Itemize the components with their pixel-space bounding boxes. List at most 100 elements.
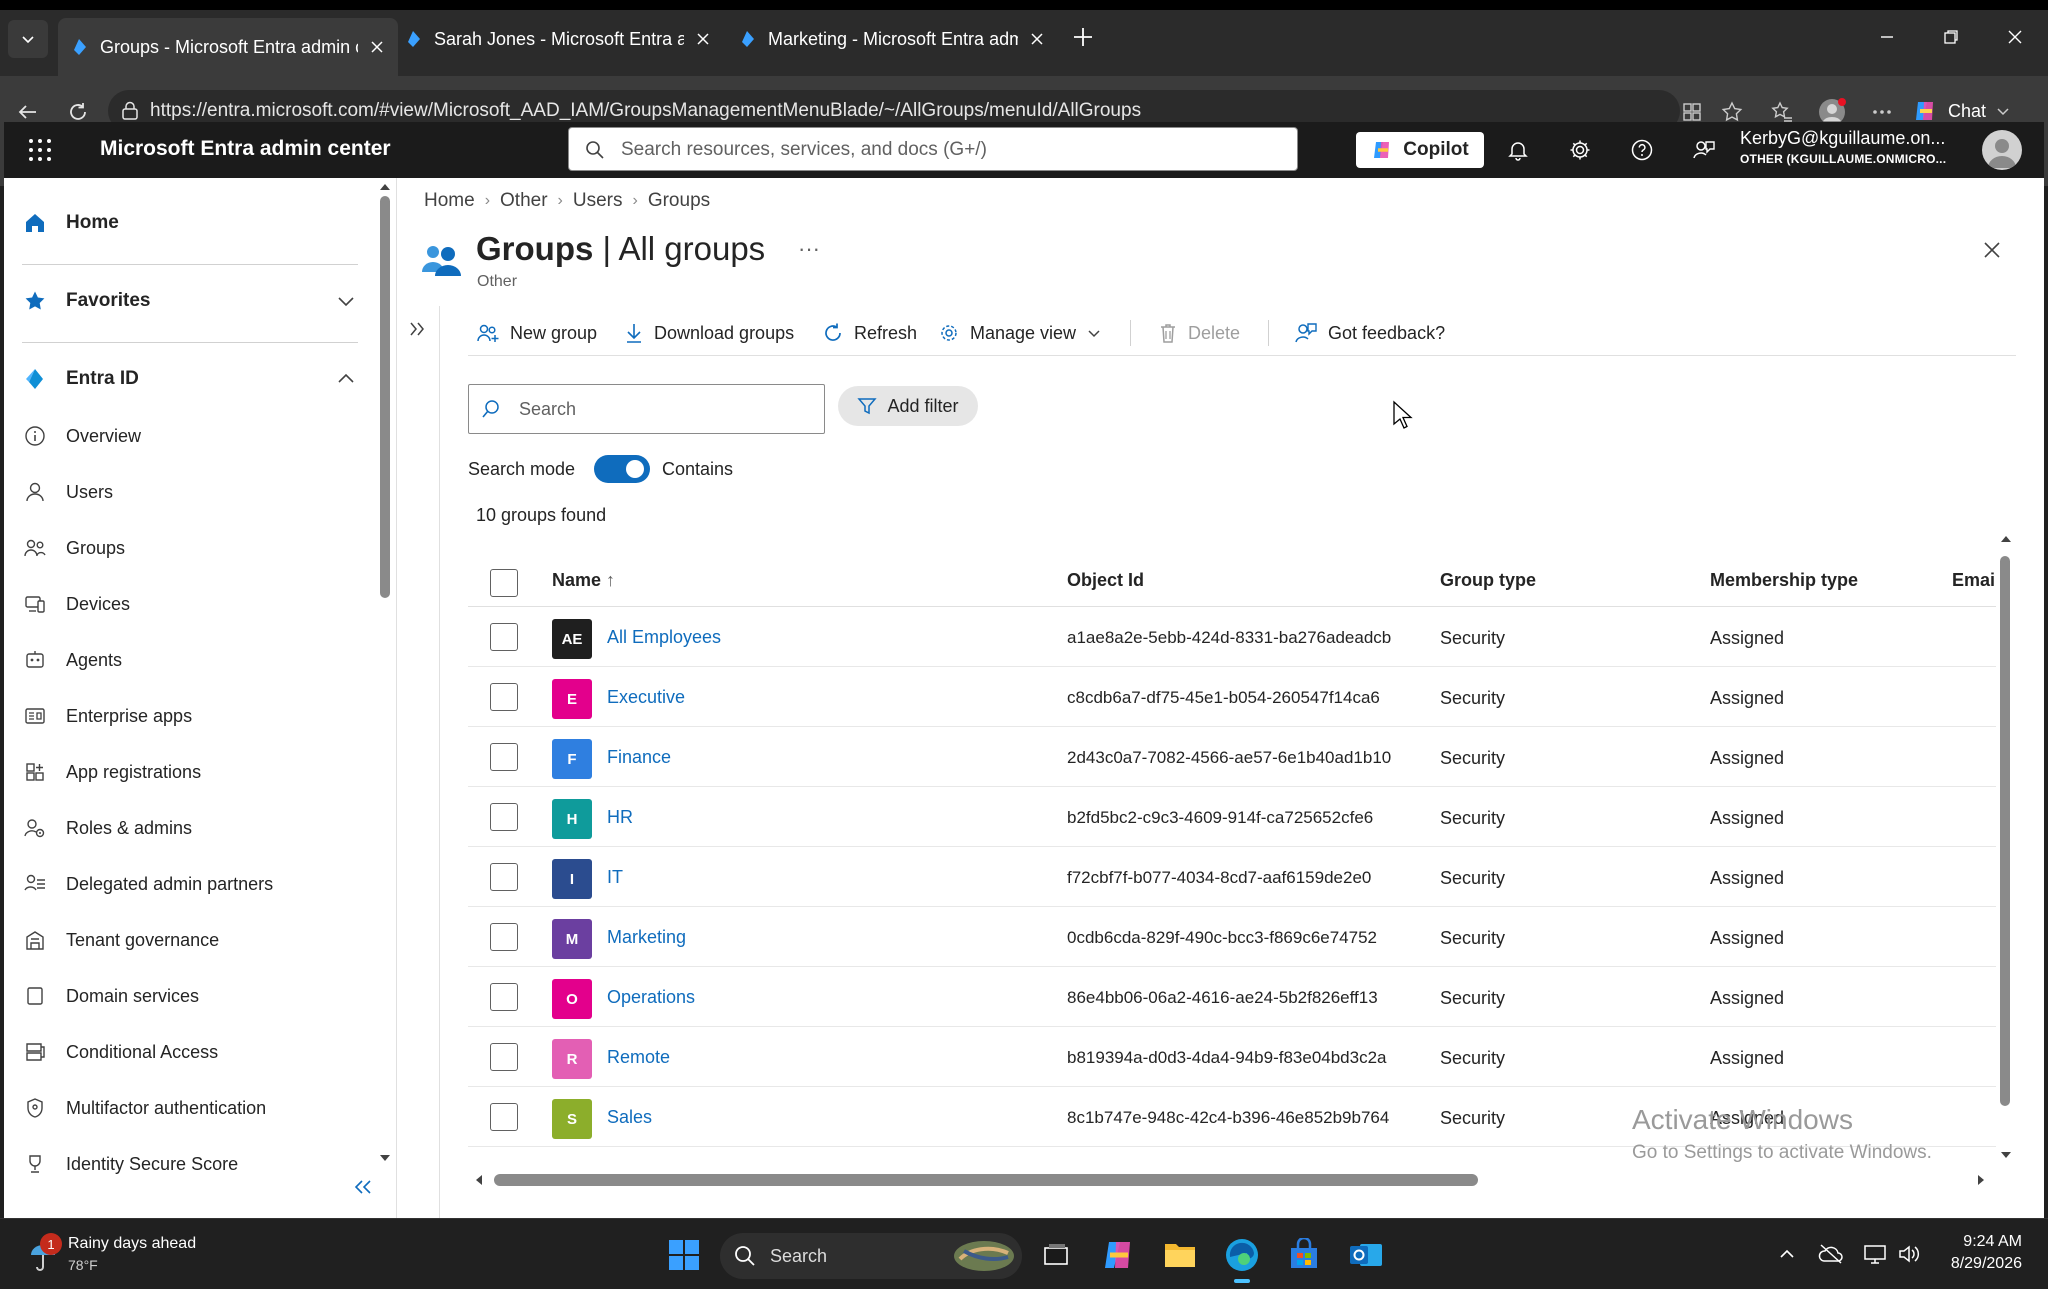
nav-favorites[interactable]: Favorites [4,276,376,326]
table-row[interactable]: R Remote b819394a-d0d3-4da4-94b9-f83e04bd3… [468,1027,1996,1087]
browser-tab-sarah-jones[interactable]: Sarah Jones - Microsoft Entra adm [392,18,724,60]
address-url[interactable]: https://entra.microsoft.com/#view/Micros… [150,100,1141,122]
group-name-link[interactable]: Finance [607,747,671,768]
nav-users[interactable]: Users [4,467,376,517]
feedback-button[interactable]: Got feedback? [1294,318,1445,348]
group-search-input[interactable] [519,397,809,421]
close-icon[interactable] [368,38,386,56]
task-view-button[interactable] [1034,1233,1078,1277]
nav-delegated-admin-partners[interactable]: Delegated admin partners [4,859,376,909]
column-header-email[interactable]: Emai [1952,570,1995,591]
group-name-link[interactable]: HR [607,807,633,828]
scroll-up-icon[interactable] [2000,534,2012,544]
close-icon[interactable] [694,30,712,48]
breadcrumb-groups[interactable]: Groups [648,190,710,212]
close-window-button[interactable] [2000,22,2030,52]
column-header-group-type[interactable]: Group type [1440,570,1536,591]
row-checkbox[interactable] [490,1043,518,1071]
nav-roles-admins[interactable]: Roles & admins [4,803,376,853]
table-vertical-scrollbar-thumb[interactable] [2000,556,2010,1106]
nav-devices[interactable]: Devices [4,579,376,629]
table-horizontal-scrollbar-thumb[interactable] [494,1174,1478,1186]
notifications-button[interactable] [1504,136,1532,164]
nav-groups[interactable]: Groups [4,523,376,573]
row-checkbox[interactable] [490,743,518,771]
feedback-button[interactable] [1690,136,1718,164]
breadcrumb-other[interactable]: Other [500,190,548,212]
nav-entra-id[interactable]: Entra ID [4,354,376,404]
nav-overview[interactable]: Overview [4,411,376,461]
row-checkbox[interactable] [490,863,518,891]
expand-menu-icon[interactable] [408,320,426,338]
delete-button[interactable]: Delete [1158,318,1240,348]
copilot-button[interactable]: Copilot [1356,132,1484,168]
weather-widget[interactable]: 1 Rainy days ahead 78°F [24,1233,254,1279]
group-name-link[interactable]: Marketing [607,927,686,948]
table-row[interactable]: I IT f72cbf7f-b077-4034-8cd7-aaf6159de2e0 S… [468,847,1996,907]
system-clock[interactable]: 9:24 AM 8/29/2026 [1918,1233,2022,1273]
copilot-app[interactable] [1096,1233,1140,1277]
column-header-membership-type[interactable]: Membership type [1710,570,1858,591]
avatar[interactable] [1982,130,2022,170]
outlook-app[interactable] [1344,1233,1388,1277]
group-name-link[interactable]: Executive [607,687,685,708]
group-name-link[interactable]: IT [607,867,623,888]
search-mode-toggle[interactable] [594,455,650,483]
group-name-link[interactable]: Sales [607,1107,652,1128]
nav-identity-secure-score[interactable]: Identity Secure Score [4,1139,376,1189]
row-checkbox[interactable] [490,623,518,651]
table-row[interactable]: M Marketing 0cdb6cda-829f-490c-bcc3-f869c6… [468,907,1996,967]
start-button[interactable] [662,1233,706,1277]
scroll-left-icon[interactable] [474,1174,484,1186]
show-hidden-icons-button[interactable] [1774,1241,1800,1267]
scroll-down-icon[interactable] [2000,1150,2012,1160]
app-launcher-icon[interactable] [26,136,54,164]
group-search-field[interactable] [468,384,825,434]
collapse-sidebar-icon[interactable] [352,1178,374,1196]
taskbar-search[interactable]: Search [720,1233,1022,1279]
group-name-link[interactable]: Remote [607,1047,670,1068]
row-checkbox[interactable] [490,1103,518,1131]
more-actions-button[interactable]: ··· [798,236,820,262]
browser-tab-groups[interactable]: Groups - Microsoft Entra admin ce [58,18,398,76]
table-row[interactable]: F Finance 2d43c0a7-7082-4566-ae57-6e1b40ad… [468,727,1996,787]
table-row[interactable]: AE All Employees a1ae8a2e-5ebb-424d-8331-b… [468,607,1996,667]
table-row[interactable]: O Operations 86e4bb06-06a2-4616-ae24-5b2f8… [468,967,1996,1027]
row-checkbox[interactable] [490,683,518,711]
row-checkbox[interactable] [490,923,518,951]
group-name-link[interactable]: All Employees [607,627,721,648]
network-tray-icon[interactable] [1862,1241,1888,1267]
nav-domain-services[interactable]: Domain services [4,971,376,1021]
site-info-icon[interactable] [120,101,140,121]
help-button[interactable] [1628,136,1656,164]
breadcrumb-home[interactable]: Home [424,190,475,212]
refresh-button[interactable]: Refresh [822,318,917,348]
edge-browser-app[interactable] [1220,1233,1264,1283]
nav-enterprise-apps[interactable]: Enterprise apps [4,691,376,741]
table-row[interactable]: H HR b2fd5bc2-c9c3-4609-914f-ca725652cfe6 S… [468,787,1996,847]
manage-view-button[interactable]: Manage view [938,318,1102,348]
close-icon[interactable] [1978,236,2006,264]
column-header-name[interactable]: Name ↑ [552,570,615,591]
group-name-link[interactable]: Operations [607,987,695,1008]
new-tab-button[interactable] [1068,22,1098,52]
download-groups-button[interactable]: Download groups [624,318,794,348]
nav-agents[interactable]: Agents [4,635,376,685]
table-row[interactable]: E Executive c8cdb6a7-df75-45e1-b054-260547… [468,667,1996,727]
minimize-button[interactable] [1872,22,1902,52]
nav-scrollbar-thumb[interactable] [380,196,390,598]
browser-tab-marketing[interactable]: Marketing - Microsoft Entra admin [726,18,1058,60]
scroll-up-icon[interactable] [379,182,391,192]
new-group-button[interactable]: New group [476,318,597,348]
scroll-down-icon[interactable] [379,1153,391,1163]
global-search-input[interactable]: Search resources, services, and docs (G+… [568,127,1298,171]
account-info[interactable]: KerbyG@kguillaume.on... OTHER (KGUILLAUM… [1740,128,1946,166]
row-checkbox[interactable] [490,983,518,1011]
scroll-right-icon[interactable] [1976,1174,1986,1186]
nav-conditional-access[interactable]: Conditional Access [4,1027,376,1077]
tab-actions-menu-button[interactable] [8,20,48,58]
close-icon[interactable] [1028,30,1046,48]
chevron-up-icon[interactable] [334,367,358,391]
microsoft-store-app[interactable] [1282,1233,1326,1277]
row-checkbox[interactable] [490,803,518,831]
